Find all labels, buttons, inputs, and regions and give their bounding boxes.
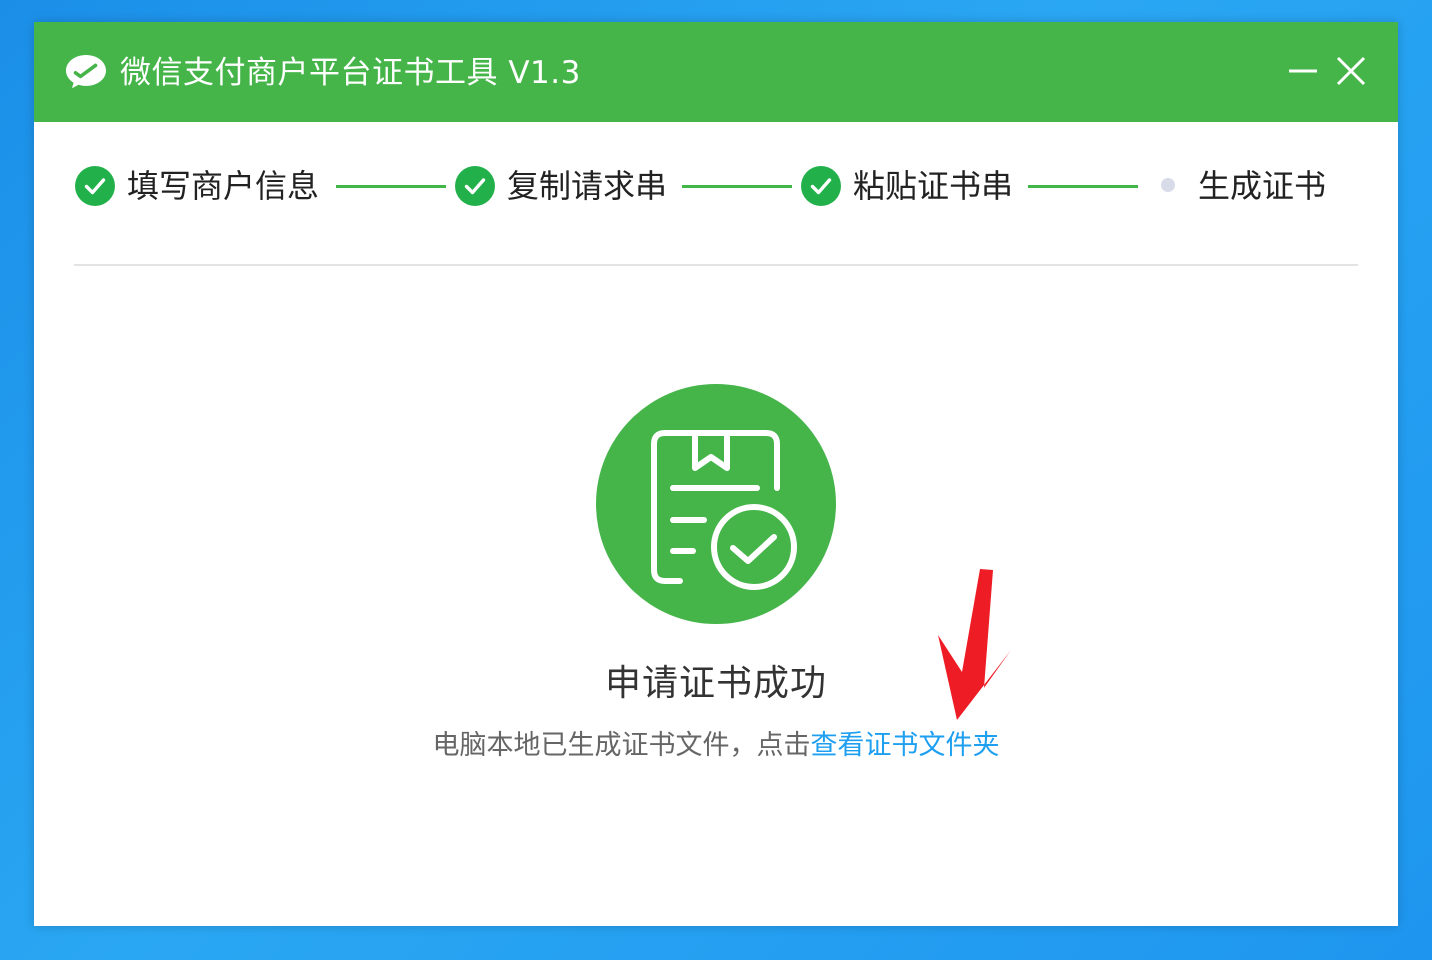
- check-circle-icon: [801, 166, 841, 206]
- result-description-text: 电脑本地已生成证书文件，点击: [432, 730, 811, 761]
- check-circle-icon: [75, 166, 115, 206]
- minimize-icon[interactable]: [1286, 54, 1320, 88]
- result-title: 申请证书成功: [604, 663, 827, 704]
- red-arrow-icon: [938, 569, 1011, 720]
- step-label: 生成证书: [1198, 167, 1327, 205]
- step-label: 复制请求串: [507, 167, 668, 205]
- close-icon[interactable]: [1334, 54, 1368, 88]
- view-certificate-folder-link[interactable]: 查看证书文件夹: [811, 730, 1000, 761]
- step-label: 填写商户信息: [127, 167, 320, 205]
- step-connector: [336, 185, 446, 188]
- window-title: 微信支付商户平台证书工具 V1.3: [120, 55, 581, 91]
- divider: [74, 264, 1358, 266]
- step-label: 粘贴证书串: [853, 167, 1014, 205]
- title-bar[interactable]: 微信支付商户平台证书工具 V1.3: [34, 22, 1398, 122]
- progress-steps: 填写商户信息 复制请求串 粘贴证书串 生成证书: [34, 122, 1398, 286]
- app-window: 微信支付商户平台证书工具 V1.3 填写商户信息 复制请求串 粘贴证书串 生成证…: [34, 22, 1398, 926]
- step-connector: [1028, 185, 1138, 188]
- result-description: 电脑本地已生成证书文件，点击查看证书文件夹: [34, 728, 1398, 764]
- wechat-pay-logo-icon: [66, 55, 106, 89]
- certificate-success-icon: [596, 384, 836, 624]
- step-connector: [682, 185, 792, 188]
- check-circle-icon: [455, 166, 495, 206]
- current-step-dot-icon: [1161, 178, 1175, 192]
